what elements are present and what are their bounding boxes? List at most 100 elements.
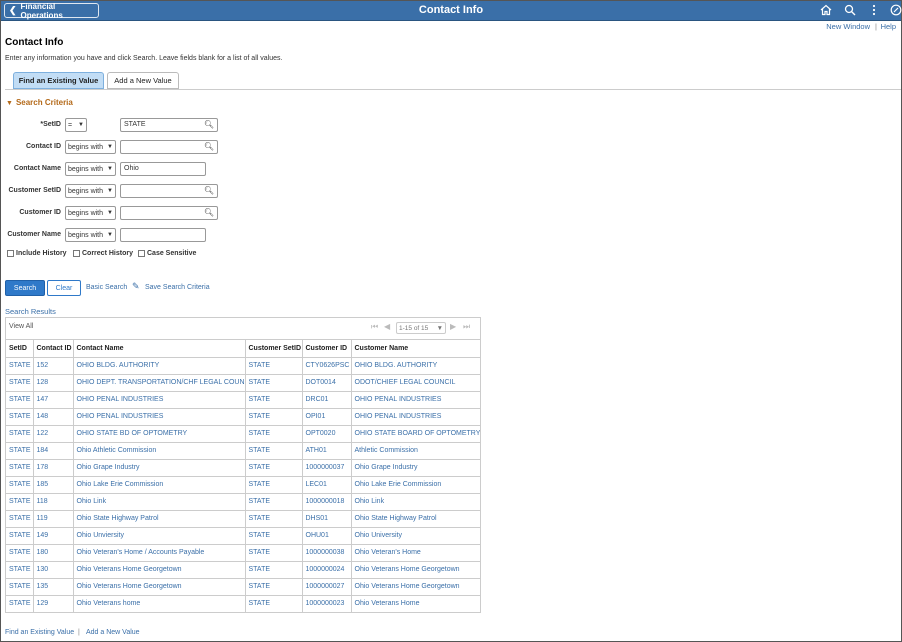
cell-contact-id[interactable]: 130	[33, 561, 74, 579]
cell-customer-id[interactable]: 1000000018	[302, 493, 352, 511]
table-row[interactable]: STATE 128 OHIO DEPT. TRANSPORTATION/CHF LE…	[6, 374, 480, 392]
cell-customer-name[interactable]: Athletic Commission	[351, 442, 480, 460]
cell-contact-id[interactable]: 128	[33, 374, 74, 392]
view-all-link[interactable]: View All	[9, 323, 33, 330]
cell-setid[interactable]: STATE	[6, 493, 34, 511]
cell-customer-setid[interactable]: STATE	[245, 408, 303, 426]
lookup-search-icon[interactable]: 🔍︎	[204, 120, 214, 129]
new-window-link[interactable]: New Window	[826, 22, 870, 31]
cell-customer-setid[interactable]: STATE	[245, 561, 303, 579]
cell-customer-setid[interactable]: STATE	[245, 357, 303, 375]
cell-customer-id[interactable]: DOT0014	[302, 374, 352, 392]
cell-contact-name[interactable]: Ohio Veterans home	[73, 595, 246, 612]
clear-button[interactable]: Clear	[47, 280, 81, 296]
cell-customer-name[interactable]: Ohio Link	[351, 493, 480, 511]
lookup-search-icon[interactable]: 🔍︎	[204, 186, 214, 195]
cell-customer-id[interactable]: DRC01	[302, 391, 352, 409]
column-header-contact-name[interactable]: Contact Name	[73, 340, 246, 358]
cell-customer-name[interactable]: Ohio Veteran's Home	[351, 544, 480, 562]
table-row[interactable]: STATE 122 OHIO STATE BD OF OPTOMETRY STATE O…	[6, 425, 480, 443]
search-icon[interactable]	[843, 4, 857, 18]
cell-customer-id[interactable]: OPT0020	[302, 425, 352, 443]
save-search-criteria-link[interactable]: Save Search Criteria	[145, 284, 210, 291]
customer-name-operator-select[interactable]: begins with ▼	[65, 228, 116, 242]
customer-setid-input[interactable]: 🔍︎	[120, 184, 218, 198]
cell-contact-name[interactable]: Ohio Lake Erie Commission	[73, 476, 246, 494]
checkbox-box[interactable]	[73, 250, 80, 257]
customer-id-operator-select[interactable]: begins with ▼	[65, 206, 116, 220]
search-button[interactable]: Search	[5, 280, 45, 296]
previous-page-icon[interactable]: ◀	[384, 322, 390, 331]
tab-add-new-value[interactable]: Add a New Value	[107, 72, 179, 89]
cell-contact-id[interactable]: 180	[33, 544, 74, 562]
cell-customer-name[interactable]: OHIO BLDG. AUTHORITY	[351, 357, 480, 375]
table-row[interactable]: STATE 135 Ohio Veterans Home Georgetown STA…	[6, 578, 480, 596]
table-row[interactable]: STATE 148 OHIO PENAL INDUSTRIES STATE OPI01 O…	[6, 408, 480, 426]
cell-setid[interactable]: STATE	[6, 544, 34, 562]
cell-customer-setid[interactable]: STATE	[245, 578, 303, 596]
cell-contact-name[interactable]: Ohio Veterans Home Georgetown	[73, 561, 246, 579]
cell-customer-setid[interactable]: STATE	[245, 544, 303, 562]
cell-customer-id[interactable]: 1000000027	[302, 578, 352, 596]
table-row[interactable]: STATE 178 Ohio Grape Industry STATE 10000000…	[6, 459, 480, 477]
cell-contact-name[interactable]: OHIO DEPT. TRANSPORTATION/CHF LEGAL COUN	[73, 374, 246, 392]
lookup-search-icon[interactable]: 🔍︎	[204, 142, 214, 151]
cell-contact-name[interactable]: OHIO STATE BD OF OPTOMETRY	[73, 425, 246, 443]
basic-search-link[interactable]: Basic Search	[86, 284, 127, 291]
cell-setid[interactable]: STATE	[6, 391, 34, 409]
tab-find-existing-value[interactable]: Find an Existing Value	[13, 72, 104, 89]
cell-contact-name[interactable]: Ohio Veteran's Home / Accounts Payable	[73, 544, 246, 562]
column-header-contact-id[interactable]: Contact ID	[33, 340, 74, 358]
save-search-icon[interactable]: ✎	[132, 281, 140, 292]
column-header-customer-setid[interactable]: Customer SetID	[245, 340, 303, 358]
cell-customer-setid[interactable]: STATE	[245, 595, 303, 612]
cell-contact-name[interactable]: OHIO PENAL INDUSTRIES	[73, 391, 246, 409]
cell-contact-id[interactable]: 184	[33, 442, 74, 460]
include-history-checkbox[interactable]: Include History	[7, 250, 67, 257]
cell-customer-id[interactable]: 1000000024	[302, 561, 352, 579]
cell-contact-name[interactable]: OHIO BLDG. AUTHORITY	[73, 357, 246, 375]
contact-name-input[interactable]: Ohio	[120, 162, 206, 176]
cell-contact-name[interactable]: Ohio Veterans Home Georgetown	[73, 578, 246, 596]
cell-contact-id[interactable]: 148	[33, 408, 74, 426]
cell-customer-setid[interactable]: STATE	[245, 425, 303, 443]
cell-customer-setid[interactable]: STATE	[245, 510, 303, 528]
table-row[interactable]: STATE 147 OHIO PENAL INDUSTRIES STATE DRC01 O…	[6, 391, 480, 409]
next-page-icon[interactable]: ▶	[450, 322, 456, 331]
table-row[interactable]: STATE 185 Ohio Lake Erie Commission STATE LE…	[6, 476, 480, 494]
table-row[interactable]: STATE 149 Ohio Unviersity STATE OHU01 Ohio Un…	[6, 527, 480, 545]
cell-setid[interactable]: STATE	[6, 578, 34, 596]
cell-customer-setid[interactable]: STATE	[245, 493, 303, 511]
cell-customer-setid[interactable]: STATE	[245, 527, 303, 545]
cell-contact-name[interactable]: Ohio Unviersity	[73, 527, 246, 545]
help-link[interactable]: Help	[881, 22, 896, 31]
customer-name-input[interactable]	[120, 228, 206, 242]
cell-contact-id[interactable]: 122	[33, 425, 74, 443]
cell-customer-name[interactable]: Ohio Veterans Home Georgetown	[351, 561, 480, 579]
cell-customer-id[interactable]: OPI01	[302, 408, 352, 426]
cell-contact-id[interactable]: 118	[33, 493, 74, 511]
cell-customer-name[interactable]: Ohio Veterans Home	[351, 595, 480, 612]
cell-customer-name[interactable]: OHIO PENAL INDUSTRIES	[351, 408, 480, 426]
cell-customer-id[interactable]: OHU01	[302, 527, 352, 545]
table-row[interactable]: STATE 152 OHIO BLDG. AUTHORITY STATE CTY0626…	[6, 357, 480, 375]
cell-setid[interactable]: STATE	[6, 561, 34, 579]
customer-setid-operator-select[interactable]: begins with ▼	[65, 184, 116, 198]
cell-customer-id[interactable]: CTY0626PSC	[302, 357, 352, 375]
cell-contact-id[interactable]: 149	[33, 527, 74, 545]
cell-contact-id[interactable]: 135	[33, 578, 74, 596]
last-page-icon[interactable]: ⏭	[463, 322, 470, 332]
cell-customer-id[interactable]: ATH01	[302, 442, 352, 460]
lookup-search-icon[interactable]: 🔍︎	[204, 208, 214, 217]
more-menu-icon[interactable]	[867, 4, 881, 18]
correct-history-checkbox[interactable]: Correct History	[73, 250, 133, 257]
cell-contact-name[interactable]: Ohio Link	[73, 493, 246, 511]
cell-contact-id[interactable]: 185	[33, 476, 74, 494]
cell-customer-id[interactable]: LEC01	[302, 476, 352, 494]
cell-contact-id[interactable]: 152	[33, 357, 74, 375]
cell-customer-name[interactable]: OHIO PENAL INDUSTRIES	[351, 391, 480, 409]
table-row[interactable]: STATE 180 Ohio Veteran's Home / Accounts P…	[6, 544, 480, 562]
footer-add-new-link[interactable]: Add a New Value	[86, 629, 140, 636]
cell-customer-id[interactable]: DHS01	[302, 510, 352, 528]
cell-contact-id[interactable]: 178	[33, 459, 74, 477]
